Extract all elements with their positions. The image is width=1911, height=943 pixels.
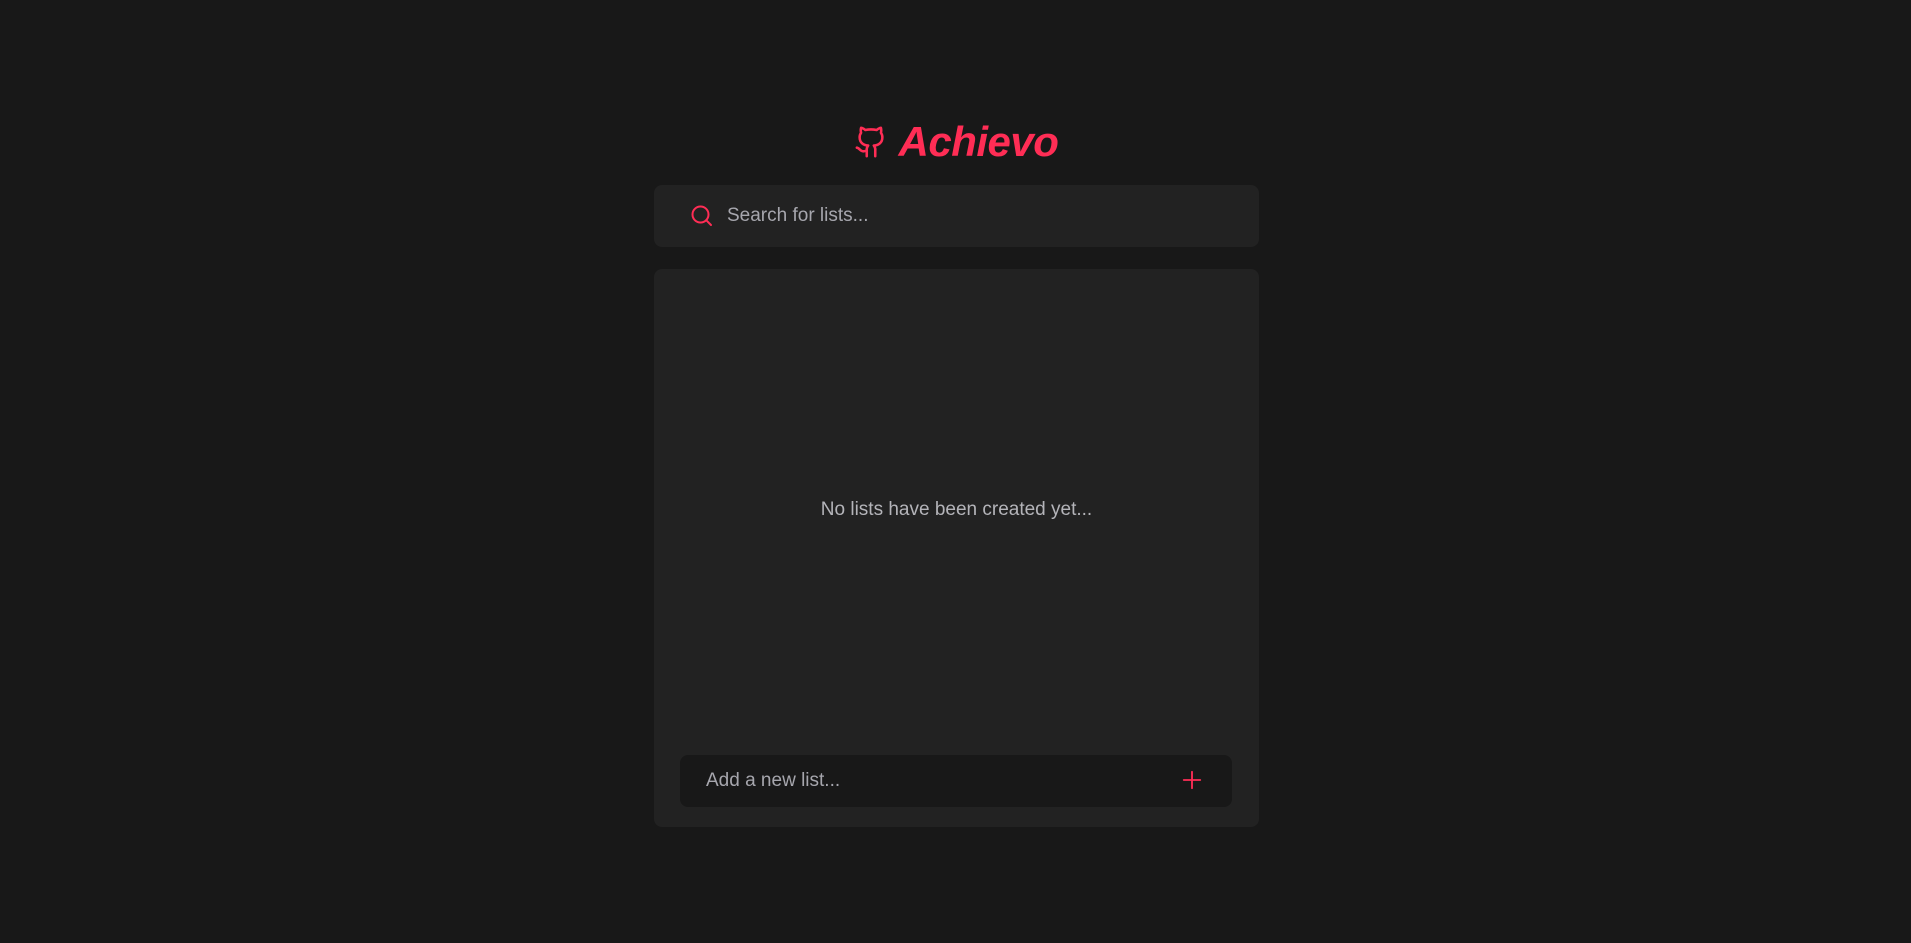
app-header: Achievo [0, 112, 1911, 172]
github-icon[interactable] [853, 124, 889, 160]
search-input[interactable] [727, 196, 1227, 236]
app-title: Achievo [898, 118, 1059, 165]
add-list-bar [680, 755, 1232, 807]
search-icon [689, 203, 715, 229]
empty-lists-message: No lists have been created yet... [820, 499, 1093, 520]
app-root: Achievo No lists have been created yet..… [0, 0, 1911, 943]
add-list-button[interactable] [1178, 767, 1206, 795]
plus-icon [1181, 769, 1203, 794]
lists-panel: No lists have been created yet... [654, 269, 1259, 827]
search-bar [654, 185, 1259, 247]
add-list-input[interactable] [706, 763, 1178, 799]
